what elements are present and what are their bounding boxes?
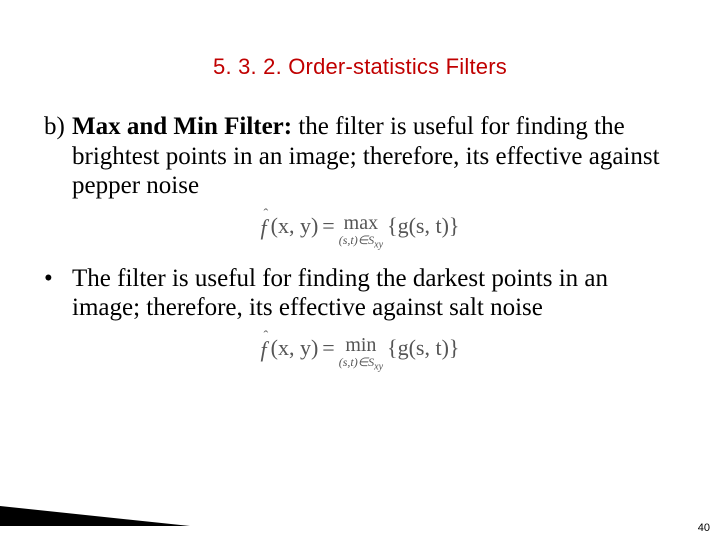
formula-min-op: min (s,t)∈Sxy [339, 335, 383, 372]
formula-min-op-name: min [345, 335, 376, 355]
formula-min-args: (x, y) [271, 335, 319, 361]
item-b: b)Max and Min Filter: the filter is usef… [44, 112, 676, 201]
formula-min-fhat: ˆ f [261, 335, 267, 363]
item-b-content: Max and Min Filter: the filter is useful… [72, 112, 670, 201]
formula-max-op: max (s,t)∈Sxy [339, 213, 383, 250]
slide-title: 5. 3. 2. Order-statistics Filters [0, 54, 720, 80]
formula-max-fhat: ˆ f [261, 213, 267, 241]
formula-min: ˆ f (x, y) = min (s,t)∈Sxy {g(s, t)} [44, 335, 676, 372]
hat-symbol: ˆ [264, 207, 269, 223]
formula-min-eq: = [322, 335, 334, 361]
item-b-label: b) [44, 112, 72, 142]
formula-max-rhs: {g(s, t)} [387, 213, 459, 239]
slide-body: b)Max and Min Filter: the filter is usef… [44, 112, 676, 386]
hat-symbol: ˆ [264, 329, 269, 345]
footer-wedge [0, 506, 190, 526]
formula-min-op-sub: (s,t)∈Sxy [339, 356, 383, 372]
formula-max: ˆ f (x, y) = max (s,t)∈Sxy {g(s, t)} [44, 213, 676, 250]
bullet-dot: • [44, 264, 72, 323]
formula-max-args: (x, y) [271, 213, 319, 239]
bullet-min-text: The filter is useful for finding the dar… [72, 264, 676, 323]
formula-min-rhs: {g(s, t)} [387, 335, 459, 361]
formula-max-eq: = [322, 213, 334, 239]
page-number: 40 [698, 522, 710, 534]
formula-max-op-sub: (s,t)∈Sxy [339, 234, 383, 250]
formula-max-op-name: max [344, 213, 378, 233]
slide: 5. 3. 2. Order-statistics Filters b)Max … [0, 0, 720, 540]
bullet-min: • The filter is useful for finding the d… [44, 264, 676, 323]
item-b-heading: Max and Min Filter: [72, 113, 292, 140]
